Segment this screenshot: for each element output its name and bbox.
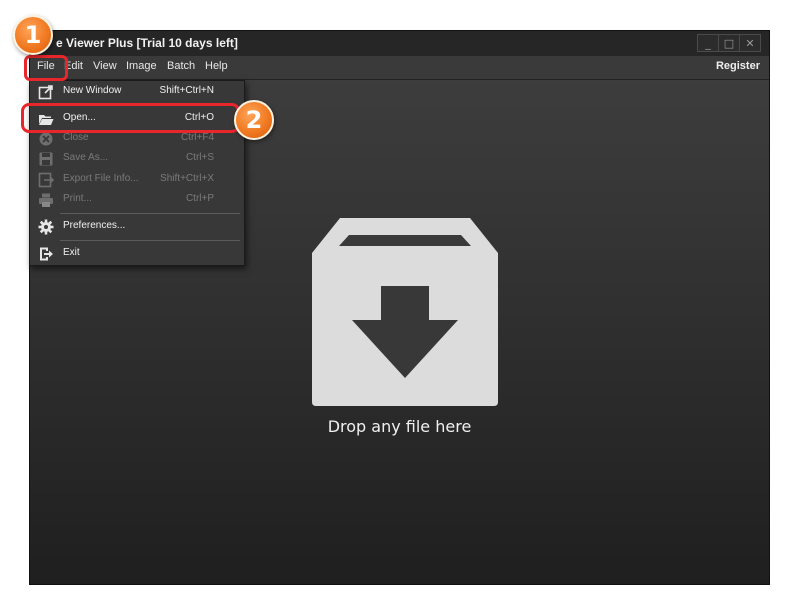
menu-item-label: Close [63, 132, 89, 143]
drop-hint-text: Drop any file here [327, 417, 472, 436]
file-menu-highlight [24, 55, 68, 81]
new-window-icon [38, 85, 53, 100]
step-2-badge: 2 [234, 100, 274, 140]
menu-item-label: Save As... [63, 152, 109, 163]
minimize-button[interactable]: _ [697, 34, 719, 52]
menu-separator [60, 213, 240, 214]
title-bar: e Viewer Plus [Trial 10 days left] _ □ ✕ [30, 31, 769, 56]
menu-item-shortcut: Shift+Ctrl+X [160, 173, 214, 184]
menu-view[interactable]: View [93, 60, 117, 72]
menu-item-label: Export File Info... [63, 173, 139, 184]
menu-item-label: Preferences... [63, 220, 126, 231]
menu-help[interactable]: Help [205, 60, 228, 72]
menu-item-label: Print... [63, 193, 92, 204]
window-controls: _ □ ✕ [697, 34, 761, 52]
menu-item-export-file-info: Export File Info... Shift+Ctrl+X [30, 169, 244, 191]
export-icon [38, 172, 54, 188]
box-download-icon [312, 218, 498, 406]
maximize-button[interactable]: □ [718, 34, 740, 52]
print-icon [39, 193, 53, 207]
menu-item-save-as: Save As... Ctrl+S [30, 148, 244, 170]
menu-item-exit[interactable]: Exit [30, 243, 244, 265]
menu-item-new-window[interactable]: New Window Shift+Ctrl+N [30, 81, 244, 103]
menu-separator [60, 240, 240, 241]
menu-item-print: Print... Ctrl+P [30, 189, 244, 211]
menu-item-label: New Window [63, 85, 122, 96]
register-link[interactable]: Register [716, 60, 760, 72]
menu-bar: File Edit View Image Batch Help Register [30, 56, 769, 80]
close-icon [39, 132, 53, 146]
exit-icon [40, 247, 53, 261]
save-icon [39, 152, 53, 166]
open-item-highlight [21, 103, 240, 133]
menu-item-shortcut: Ctrl+P [185, 193, 214, 204]
menu-item-shortcut: Shift+Ctrl+N [159, 85, 214, 96]
menu-item-shortcut: Ctrl+S [185, 152, 214, 163]
menu-item-label: Exit [63, 247, 80, 258]
close-window-button[interactable]: ✕ [739, 34, 761, 52]
menu-image[interactable]: Image [126, 60, 157, 72]
step-1-badge: 1 [13, 15, 53, 55]
gear-icon [38, 219, 54, 235]
menu-item-shortcut: Ctrl+F4 [180, 132, 214, 143]
menu-batch[interactable]: Batch [167, 60, 195, 72]
window-title: e Viewer Plus [Trial 10 days left] [56, 36, 238, 50]
menu-item-preferences[interactable]: Preferences... [30, 216, 244, 238]
